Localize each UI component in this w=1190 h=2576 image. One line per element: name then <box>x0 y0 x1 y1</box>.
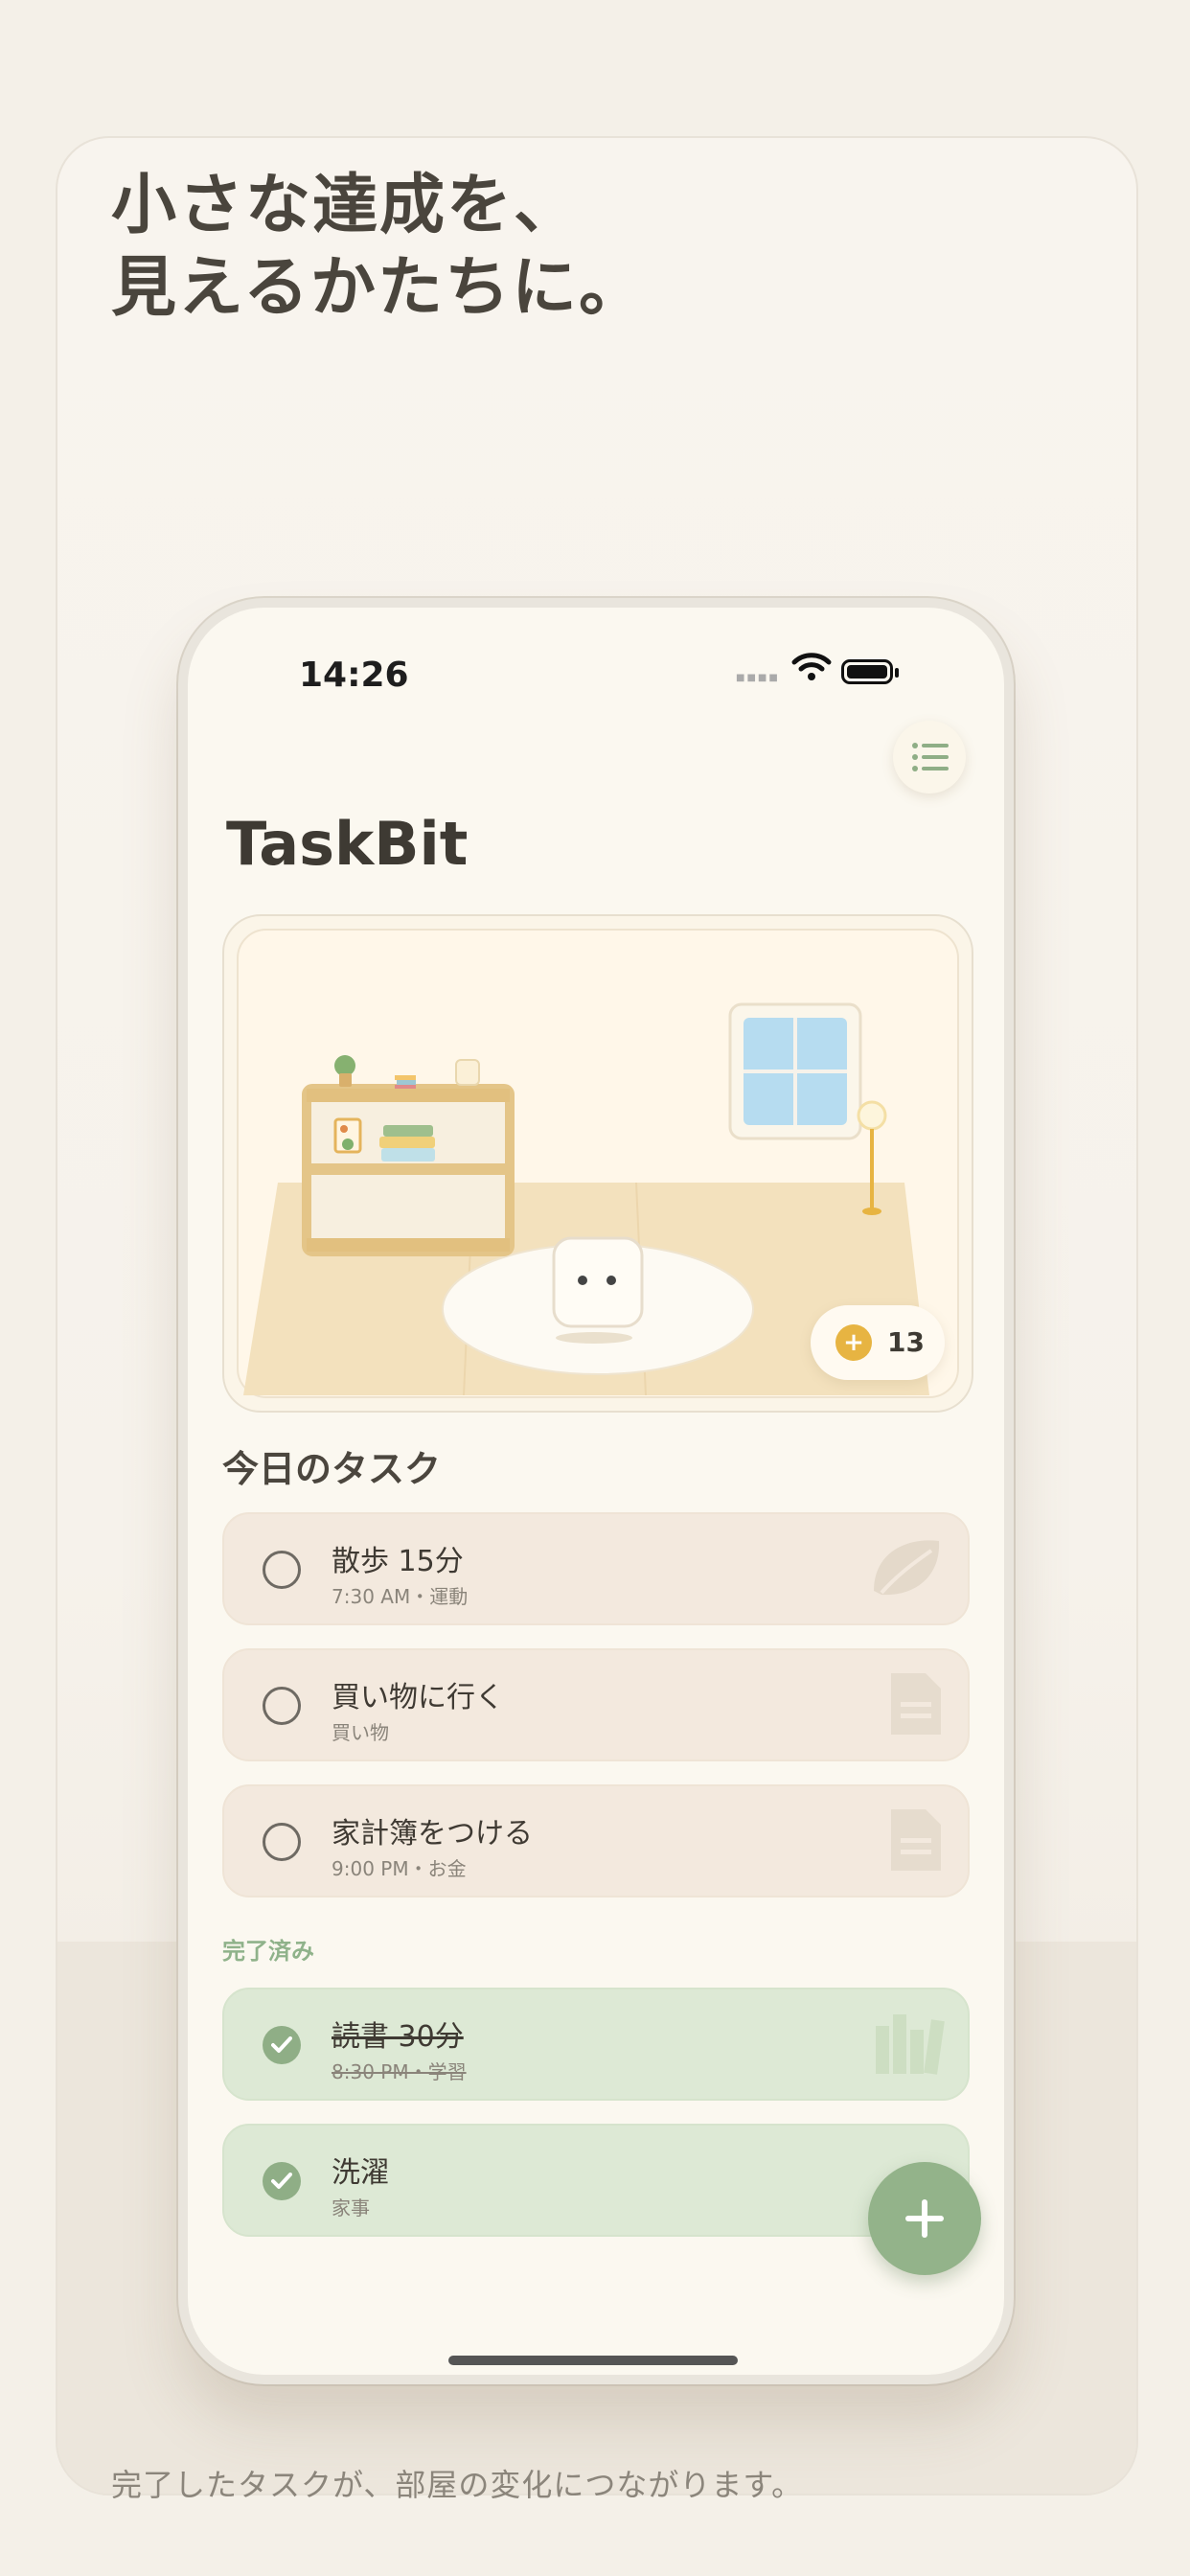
completed-heading: 完了済み <box>222 1938 314 1965</box>
bookshelf <box>302 1084 515 1256</box>
task-subtitle: 家事 <box>332 2196 370 2220</box>
task-title: 家計簿をつける <box>332 1817 533 1851</box>
task-subtitle: 7:30 AM・運動 <box>332 1585 469 1608</box>
task-title: 買い物に行く <box>332 1681 504 1714</box>
list-icon <box>912 743 949 771</box>
home-indicator[interactable] <box>448 2356 738 2365</box>
task-checkbox[interactable] <box>263 1823 301 1861</box>
coin-balance[interactable]: + 13 <box>811 1305 945 1380</box>
task-subtitle: 9:00 PM・お金 <box>332 1857 467 1880</box>
room-illustration-card[interactable]: + 13 <box>222 914 973 1413</box>
wifi-icon <box>791 653 832 680</box>
window <box>728 1002 862 1140</box>
task-title: 洗濯 <box>332 2156 389 2190</box>
task-checkbox[interactable] <box>263 1551 301 1589</box>
coin-icon: + <box>835 1324 872 1361</box>
completed-task-item[interactable]: 洗濯 家事 <box>222 2124 970 2237</box>
task-list-menu-button[interactable] <box>893 721 966 794</box>
status-time: 14:26 <box>299 656 409 695</box>
document-icon <box>891 1673 941 1735</box>
today-tasks-heading: 今日のタスク <box>222 1448 442 1490</box>
headline-line-1: 小さな達成を、 <box>111 168 582 243</box>
app-screen: 14:26 ■■■■ TaskBit + 13 今日のタスク 散歩 15分 7:… <box>188 608 1004 2375</box>
task-item[interactable]: 散歩 15分 7:30 AM・運動 <box>222 1512 970 1625</box>
headline-line-2: 見えるかたちに。 <box>111 250 646 326</box>
task-subtitle: 買い物 <box>332 1721 389 1744</box>
checkmark-icon <box>271 2036 292 2053</box>
task-checkbox-checked[interactable] <box>263 2026 301 2064</box>
cellular-signal-icon: ■■■■ <box>736 673 780 683</box>
books-icon <box>876 2014 945 2075</box>
promo-caption: 完了したタスクが、部屋の変化につながります。 <box>111 2467 804 2503</box>
promo-headline: 小さな達成を、 見えるかたちに。 <box>111 165 646 330</box>
completed-task-item[interactable]: 読書 30分 8:30 PM・学習 <box>222 1988 970 2101</box>
plus-icon <box>905 2199 944 2238</box>
phone-frame: 14:26 ■■■■ TaskBit + 13 今日のタスク 散歩 15分 7:… <box>178 598 1014 2384</box>
add-task-button[interactable] <box>868 2162 981 2275</box>
leaf-icon <box>874 1540 940 1596</box>
task-item[interactable]: 買い物に行く 買い物 <box>222 1648 970 1761</box>
checkmark-icon <box>271 2173 292 2189</box>
coin-count: 13 <box>887 1326 925 1358</box>
app-title: TaskBit <box>226 809 469 879</box>
task-subtitle: 8:30 PM・学習 <box>332 2060 467 2083</box>
task-checkbox[interactable] <box>263 1687 301 1725</box>
task-title: 散歩 15分 <box>332 1545 464 1578</box>
battery-icon <box>841 659 899 684</box>
task-checkbox-checked[interactable] <box>263 2162 301 2200</box>
document-icon <box>891 1809 941 1871</box>
status-icons: ■■■■ <box>736 650 927 688</box>
task-title: 読書 30分 <box>332 2020 464 2054</box>
task-item[interactable]: 家計簿をつける 9:00 PM・お金 <box>222 1784 970 1898</box>
